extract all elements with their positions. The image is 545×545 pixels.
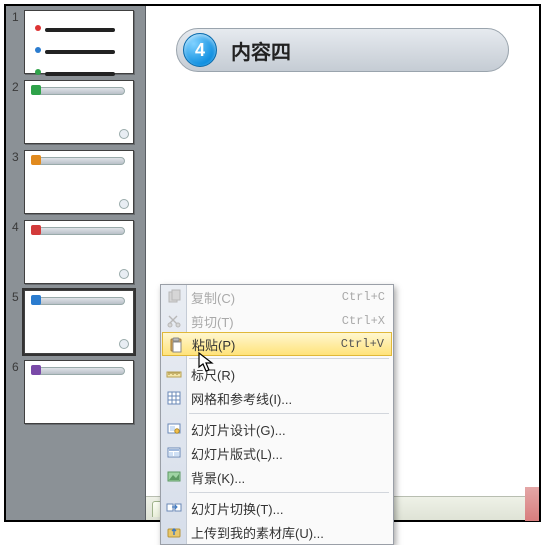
slide-thumb-row[interactable]: 3 [6,146,145,216]
ctx-transition[interactable]: 幻灯片切换(T)... [161,496,393,520]
ctx-ruler[interactable]: 标尺(R) [161,362,393,386]
ctx-separator [189,413,389,414]
slide-thumb-row[interactable]: 2 [6,76,145,146]
upload-icon [166,524,182,540]
slide-number: 4 [12,220,24,234]
slide-number: 2 [12,80,24,94]
slide-thumb-row[interactable]: 5 [6,286,145,356]
ctx-grid[interactable]: 网格和参考线(I)... [161,386,393,410]
slide-title-bar[interactable]: 4 内容四 [176,28,509,72]
slide-thumb[interactable] [24,360,134,424]
transition-icon [166,500,182,516]
background-icon [166,469,182,485]
context-menu: 复制(C) Ctrl+C 剪切(T) Ctrl+X 粘贴(P) Ctrl+V 标… [160,284,394,545]
slide-number: 1 [12,10,24,24]
ctx-background[interactable]: 背景(K)... [161,465,393,489]
ctx-cut: 剪切(T) Ctrl+X [161,309,393,333]
setup-icon [166,421,182,437]
slide-thumb-row[interactable]: 1 [6,6,145,76]
ctx-paste[interactable]: 粘贴(P) Ctrl+V [162,332,392,356]
slide-thumb[interactable] [24,150,134,214]
copy-icon [166,289,182,305]
grid-icon [166,390,182,406]
ctx-setup[interactable]: 幻灯片设计(G)... [161,417,393,441]
ctx-separator [189,358,389,359]
slide-thumb[interactable] [24,10,134,74]
paste-icon [168,337,184,353]
slide-thumb-row[interactable]: 4 [6,216,145,286]
slide-thumb-row[interactable]: 6 [6,356,145,426]
slide-number: 5 [12,290,24,304]
slide-thumb[interactable] [24,290,134,354]
slide-rail[interactable]: 1 2 3 4 [6,6,146,520]
layout-icon [166,445,182,461]
ctx-copy: 复制(C) Ctrl+C [161,285,393,309]
slide-title-text: 内容四 [231,36,291,65]
slide-thumb[interactable] [24,80,134,144]
ctx-layout[interactable]: 幻灯片版式(L)... [161,441,393,465]
ctx-upload[interactable]: 上传到我的素材库(U)... [161,520,393,544]
ruler-icon [166,366,182,382]
slide-number: 3 [12,150,24,164]
slide-title-badge: 4 [183,33,217,67]
ctx-separator [189,492,389,493]
slide-thumb[interactable] [24,220,134,284]
cut-icon [166,313,182,329]
slide-number: 6 [12,360,24,374]
app-frame: 1 2 3 4 [4,4,541,522]
